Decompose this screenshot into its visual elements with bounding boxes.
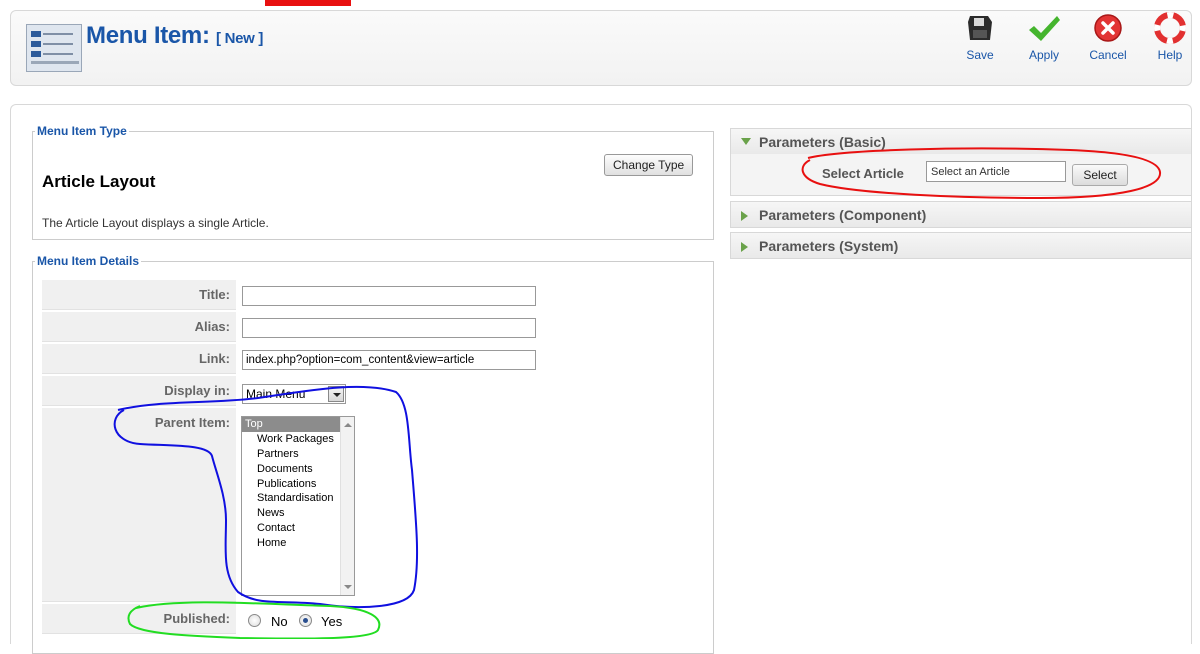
parameters-system-title: Parameters (System) xyxy=(759,238,899,254)
parent-option[interactable]: Home xyxy=(242,536,354,551)
menu-item-type-legend: Menu Item Type xyxy=(37,124,127,138)
parent-list-scrollbar[interactable] xyxy=(340,417,354,595)
cancel-button[interactable]: Cancel xyxy=(1083,12,1133,72)
menu-manager-icon xyxy=(26,24,82,72)
select-article-label: Select Article xyxy=(822,166,904,181)
display-in-label: Display in: xyxy=(42,376,236,406)
triangle-right-icon xyxy=(741,211,748,221)
link-input[interactable] xyxy=(242,350,536,370)
select-article-input[interactable] xyxy=(926,161,1066,182)
published-no-radio[interactable] xyxy=(248,614,261,627)
parent-option[interactable]: Standardisation xyxy=(242,491,354,506)
checkmark-icon xyxy=(1029,16,1060,41)
parameters-system-panel[interactable]: Parameters (System) xyxy=(730,232,1192,259)
parameters-component-title: Parameters (Component) xyxy=(759,207,927,223)
link-label: Link: xyxy=(42,344,236,374)
parent-option[interactable]: Documents xyxy=(242,462,354,477)
parameters-basic-panel[interactable]: Parameters (Basic) xyxy=(730,128,1192,155)
menu-item-type-name: Article Layout xyxy=(42,172,156,191)
parameters-basic-title: Parameters (Basic) xyxy=(759,134,886,150)
cancel-icon xyxy=(1094,14,1122,42)
chevron-down-icon[interactable] xyxy=(328,386,344,402)
parent-option[interactable]: Publications xyxy=(242,477,354,492)
menu-item-details-legend: Menu Item Details xyxy=(37,254,140,268)
parent-option[interactable]: Partners xyxy=(242,447,354,462)
published-yes-label: Yes xyxy=(321,614,343,629)
change-type-button[interactable]: Change Type xyxy=(604,154,694,176)
triangle-right-icon xyxy=(741,242,748,252)
published-no-label: No xyxy=(271,614,288,629)
alias-input[interactable] xyxy=(242,318,536,338)
scroll-up-icon[interactable] xyxy=(344,423,352,427)
lifebuoy-icon xyxy=(1154,12,1186,44)
help-label: Help xyxy=(1157,48,1183,62)
save-button[interactable]: Save xyxy=(955,12,1005,72)
title-label: Title: xyxy=(42,280,236,310)
red-highlight-mark xyxy=(265,0,351,6)
parent-option[interactable]: News xyxy=(242,506,354,521)
help-button[interactable]: Help xyxy=(1145,12,1195,72)
published-label: Published: xyxy=(42,604,236,634)
parameters-component-panel[interactable]: Parameters (Component) xyxy=(730,201,1192,228)
page-title: Menu Item: [ New ] xyxy=(86,22,263,50)
published-yes-radio[interactable] xyxy=(299,614,312,627)
apply-label: Apply xyxy=(1028,48,1060,62)
save-label: Save xyxy=(966,48,994,62)
menu-item-type-description: The Article Layout displays a single Art… xyxy=(42,216,269,230)
title-input[interactable] xyxy=(242,286,536,306)
cancel-label: Cancel xyxy=(1089,48,1127,62)
page-title-text: Menu Item: xyxy=(86,22,210,49)
apply-button[interactable]: Apply xyxy=(1019,12,1069,72)
page-title-status: [ New ] xyxy=(216,30,264,47)
display-in-value: Main Menu xyxy=(246,387,306,401)
parent-option[interactable]: Work Packages xyxy=(242,432,354,447)
parent-item-label: Parent Item: xyxy=(42,408,236,602)
floppy-disk-icon xyxy=(968,16,992,40)
parent-option[interactable]: Contact xyxy=(242,521,354,536)
parent-item-listbox[interactable]: Top Work Packages Partners Documents Pub… xyxy=(241,416,355,596)
parent-option[interactable]: Top xyxy=(242,417,354,432)
select-article-button[interactable]: Select xyxy=(1072,164,1128,186)
alias-label: Alias: xyxy=(42,312,236,342)
scroll-down-icon[interactable] xyxy=(344,585,352,589)
triangle-down-icon xyxy=(741,138,751,145)
display-in-select[interactable]: Main Menu xyxy=(242,384,346,404)
